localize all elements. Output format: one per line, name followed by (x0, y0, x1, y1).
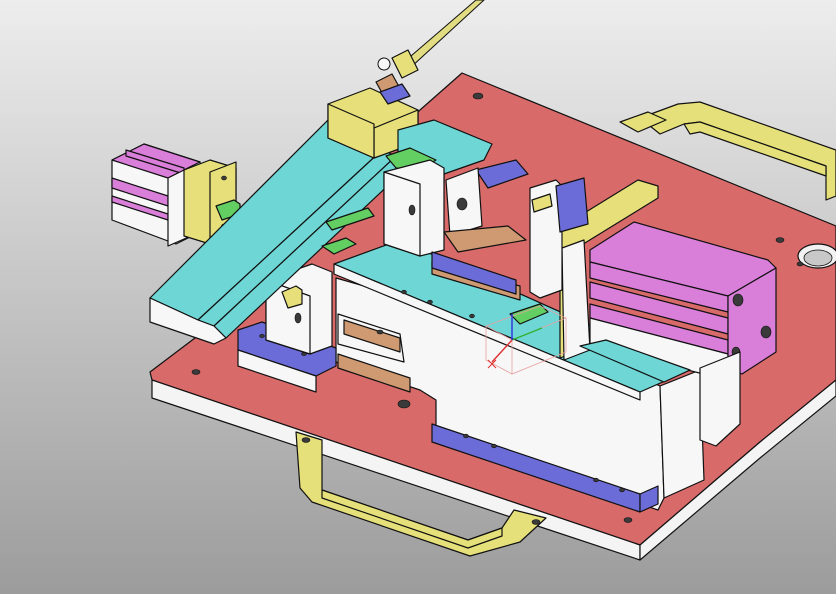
cad-model-view[interactable] (0, 0, 836, 594)
3d-viewport[interactable] (0, 0, 836, 594)
